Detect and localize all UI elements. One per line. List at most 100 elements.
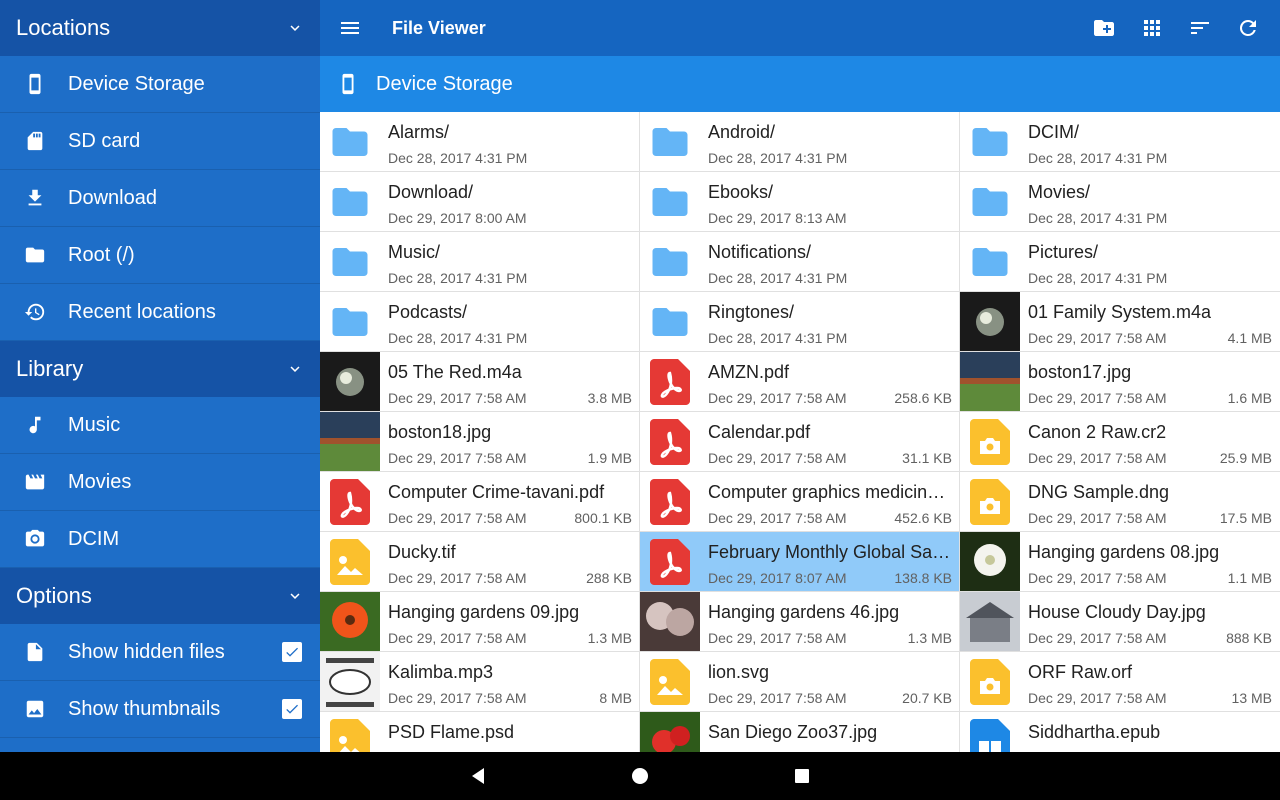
row-divider <box>320 291 1280 292</box>
sidebar-item[interactable]: Show hidden files <box>0 624 320 681</box>
file-icon <box>0 641 68 663</box>
file-item[interactable]: lion.svg Dec 29, 2017 7:58 AM 20.7 KB <box>640 652 959 711</box>
sidebar-item[interactable]: Device Storage <box>0 56 320 113</box>
new-folder-icon[interactable] <box>1092 16 1116 40</box>
file-date: Dec 28, 2017 4:31 PM <box>388 150 528 166</box>
file-item[interactable]: February Monthly Global Sale… Dec 29, 201… <box>640 532 959 591</box>
folder-icon <box>0 244 68 266</box>
home-icon[interactable] <box>630 766 650 786</box>
file-name: Android/ <box>708 122 776 142</box>
file-item[interactable]: House Cloudy Day.jpg Dec 29, 2017 7:58 AM… <box>960 592 1279 651</box>
raw-file-icon <box>960 652 1020 711</box>
row-divider <box>320 411 1280 412</box>
file-item[interactable]: Android/Dec 28, 2017 4:31 PM <box>640 112 959 171</box>
section-title: Locations <box>16 15 111 40</box>
file-name: Hanging gardens 09.jpg <box>388 602 580 622</box>
sidebar-item[interactable]: Music <box>0 397 320 454</box>
file-item[interactable]: Alarms/Dec 28, 2017 4:31 PM <box>320 112 639 171</box>
file-item[interactable]: Download/Dec 29, 2017 8:00 AM <box>320 172 639 231</box>
sidebar-item[interactable]: Download <box>0 170 320 227</box>
file-item[interactable]: Calendar.pdf Dec 29, 2017 7:58 AM 31.1 KB <box>640 412 959 471</box>
sidebar-item[interactable]: DCIM <box>0 511 320 568</box>
chevron-down-icon[interactable] <box>286 587 304 605</box>
file-date: Dec 29, 2017 7:58 AM <box>388 450 527 466</box>
file-item[interactable]: Computer graphics medicine.… Dec 29, 2017… <box>640 472 959 531</box>
file-item[interactable]: Hanging gardens 09.jpg Dec 29, 2017 7:58 … <box>320 592 639 651</box>
file-item[interactable]: Siddhartha.epub <box>960 712 1279 752</box>
file-item[interactable]: Kalimba.mp3 Dec 29, 2017 7:58 AM 8 MB <box>320 652 639 711</box>
file-item[interactable]: boston17.jpg Dec 29, 2017 7:58 AM 1.6 MB <box>960 352 1279 411</box>
file-item[interactable]: Podcasts/Dec 28, 2017 4:31 PM <box>320 292 639 351</box>
file-item[interactable]: Notifications/Dec 28, 2017 4:31 PM <box>640 232 959 291</box>
section-title: Library <box>16 356 84 381</box>
file-date: Dec 29, 2017 7:58 AM <box>708 510 847 526</box>
file-size: 4.1 MB <box>1227 330 1272 346</box>
file-item[interactable]: PSD Flame.psd <box>320 712 639 752</box>
file-item[interactable]: Music/Dec 28, 2017 4:31 PM <box>320 232 639 291</box>
menu-icon[interactable] <box>338 16 362 40</box>
file-date: Dec 29, 2017 7:58 AM <box>1028 510 1167 526</box>
grid-view-icon[interactable] <box>1140 16 1164 40</box>
file-item[interactable]: Pictures/Dec 28, 2017 4:31 PM <box>960 232 1279 291</box>
sidebar-item[interactable]: Movies <box>0 454 320 511</box>
file-item[interactable]: AMZN.pdf Dec 29, 2017 7:58 AM 258.6 KB <box>640 352 959 411</box>
sidebar-item[interactable]: Recent locations <box>0 284 320 341</box>
sidebar-item[interactable]: Show thumbnails <box>0 681 320 738</box>
file-size: 288 KB <box>586 570 632 586</box>
row-divider <box>320 531 1280 532</box>
file-item[interactable]: DNG Sample.dng Dec 29, 2017 7:58 AM 17.5 M… <box>960 472 1279 531</box>
sidebar-item-label: Show hidden files <box>68 640 225 663</box>
file-item[interactable]: Hanging gardens 46.jpg Dec 29, 2017 7:58 … <box>640 592 959 651</box>
file-item[interactable]: Ducky.tif Dec 29, 2017 7:58 AM 288 KB <box>320 532 639 591</box>
folder-icon <box>320 112 380 171</box>
image-icon <box>0 698 68 720</box>
sidebar-item[interactable]: Root (/) <box>0 227 320 284</box>
thumbnail-image <box>640 592 700 651</box>
file-item[interactable]: Canon 2 Raw.cr2 Dec 29, 2017 7:58 AM 25.9 … <box>960 412 1279 471</box>
file-item[interactable]: Ringtones/Dec 28, 2017 4:31 PM <box>640 292 959 351</box>
chevron-down-icon[interactable] <box>286 360 304 378</box>
file-item[interactable]: San Diego Zoo37.jpg <box>640 712 959 752</box>
file-item[interactable]: Ebooks/Dec 29, 2017 8:13 AM <box>640 172 959 231</box>
sidebar-item-label: Recent locations <box>68 300 216 323</box>
back-icon[interactable] <box>468 766 488 786</box>
file-date: Dec 29, 2017 7:58 AM <box>708 390 847 406</box>
file-item[interactable]: DCIM/Dec 28, 2017 4:31 PM <box>960 112 1279 171</box>
chevron-down-icon[interactable] <box>286 19 304 37</box>
file-item[interactable]: ORF Raw.orf Dec 29, 2017 7:58 AM 13 MB <box>960 652 1279 711</box>
sidebar-item[interactable]: SD card <box>0 113 320 170</box>
image-file-icon <box>640 652 700 711</box>
sidebar-item-label: Show thumbnails <box>68 697 221 720</box>
file-item[interactable]: 05 The Red.m4a Dec 29, 2017 7:58 AM 3.8 MB <box>320 352 639 411</box>
raw-file-icon <box>960 472 1020 531</box>
file-name: Siddhartha.epub <box>1028 722 1161 742</box>
thumbnail-image <box>960 352 1020 411</box>
recents-icon[interactable] <box>792 766 812 786</box>
refresh-icon[interactable] <box>1236 16 1260 40</box>
sidebar-item-label: Movies <box>68 470 132 493</box>
sort-icon[interactable] <box>1188 16 1212 40</box>
file-name: Notifications/ <box>708 242 812 262</box>
file-item[interactable]: Hanging gardens 08.jpg Dec 29, 2017 7:58 … <box>960 532 1279 591</box>
file-name: Music/ <box>388 242 441 262</box>
file-size: 25.9 MB <box>1219 450 1272 466</box>
current-path-bar: Device Storage <box>320 56 1280 112</box>
section-header-2[interactable]: Options <box>0 568 320 624</box>
file-size: 20.7 KB <box>902 690 952 706</box>
file-name: Computer graphics medicine.… <box>708 482 953 502</box>
file-name: Kalimba.mp3 <box>388 662 494 682</box>
section-header-0[interactable]: Locations <box>0 0 320 56</box>
file-name: ORF Raw.orf <box>1028 662 1133 682</box>
thumbnail-image <box>960 292 1020 351</box>
app-toolbar: File Viewer <box>320 0 1280 56</box>
checkbox[interactable] <box>282 699 302 719</box>
file-item[interactable]: boston18.jpg Dec 29, 2017 7:58 AM 1.9 MB <box>320 412 639 471</box>
file-name: Calendar.pdf <box>708 422 811 442</box>
file-item[interactable]: Computer Crime-tavani.pdf Dec 29, 2017 7:… <box>320 472 639 531</box>
row-divider <box>320 171 1280 172</box>
file-item[interactable]: 01 Family System.m4a Dec 29, 2017 7:58 AM… <box>960 292 1279 351</box>
row-divider <box>320 651 1280 652</box>
section-header-1[interactable]: Library <box>0 341 320 397</box>
file-item[interactable]: Movies/Dec 28, 2017 4:31 PM <box>960 172 1279 231</box>
checkbox[interactable] <box>282 642 302 662</box>
